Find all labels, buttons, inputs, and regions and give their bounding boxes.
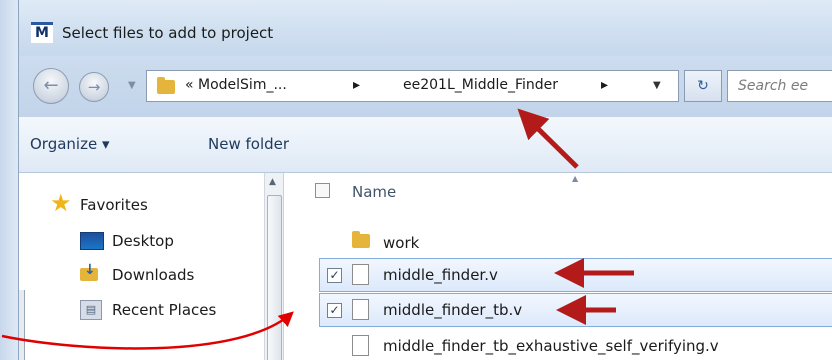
scroll-thumb[interactable]	[267, 195, 282, 360]
folder-icon	[157, 77, 175, 94]
breadcrumb-modelsim[interactable]: « ModelSim_...	[185, 77, 287, 93]
app-logo-icon: M	[31, 22, 53, 43]
back-button[interactable]: ←	[33, 68, 69, 104]
row-checkbox-checked[interactable]: ✓	[327, 268, 342, 283]
name-column-header[interactable]: Name	[352, 183, 396, 201]
file-icon	[352, 299, 369, 320]
folder-icon	[352, 231, 370, 248]
command-bar: Organize ▾ New folder	[14, 117, 832, 173]
file-icon	[352, 335, 369, 356]
history-dropdown-icon[interactable]: ▼	[128, 80, 136, 91]
nav-item-downloads[interactable]: Downloads	[112, 266, 194, 284]
forward-arrow-icon: →	[87, 78, 101, 96]
recent-places-icon: ▤	[80, 300, 102, 320]
desktop-icon	[80, 232, 104, 250]
search-placeholder: Search ee	[738, 78, 809, 94]
address-dropdown-icon[interactable]: ▼	[653, 80, 661, 91]
nav-pane-scrollbar[interactable]: ▲	[264, 173, 283, 360]
organize-button[interactable]: Organize ▾	[30, 135, 110, 153]
select-all-checkbox[interactable]	[315, 183, 330, 198]
file-item-middle-finder[interactable]: middle_finder.v	[383, 266, 498, 284]
file-icon	[352, 264, 369, 285]
window-frame-edge	[0, 0, 19, 360]
nav-item-favorites[interactable]: Favorites	[80, 196, 148, 214]
nav-item-desktop[interactable]: Desktop	[112, 232, 174, 250]
star-icon: ★	[50, 189, 72, 217]
new-folder-button[interactable]: New folder	[208, 135, 289, 153]
row-checkbox-checked[interactable]: ✓	[327, 303, 342, 318]
scroll-up-icon[interactable]: ▲	[269, 177, 276, 187]
refresh-icon: ↻	[697, 78, 709, 94]
breadcrumb-separator-end[interactable]: ▸	[601, 77, 608, 93]
file-item-middle-finder-tb[interactable]: middle_finder_tb.v	[383, 301, 522, 319]
file-item-exhaustive-self-verifying[interactable]: middle_finder_tb_exhaustive_self_verifyi…	[383, 337, 719, 355]
downloads-icon	[80, 262, 102, 282]
refresh-button[interactable]: ↻	[684, 70, 722, 102]
breadcrumb-current-folder[interactable]: ee201L_Middle_Finder	[403, 77, 558, 93]
file-dialog-window: M Select files to add to project ← → ▼ «…	[0, 0, 832, 360]
title-bar: M Select files to add to project	[0, 0, 832, 56]
address-bar[interactable]: « ModelSim_... ▸ ee201L_Middle_Finder ▸ …	[146, 70, 679, 102]
search-box[interactable]: Search ee	[727, 70, 832, 102]
nav-item-recent-places[interactable]: Recent Places	[112, 301, 216, 319]
forward-button[interactable]: →	[79, 72, 109, 102]
file-item-work[interactable]: work	[383, 234, 419, 252]
sort-indicator-icon: ▲	[572, 174, 579, 183]
window-title: Select files to add to project	[62, 24, 274, 42]
back-arrow-icon: ←	[43, 75, 59, 96]
breadcrumb-separator[interactable]: ▸	[353, 77, 360, 93]
